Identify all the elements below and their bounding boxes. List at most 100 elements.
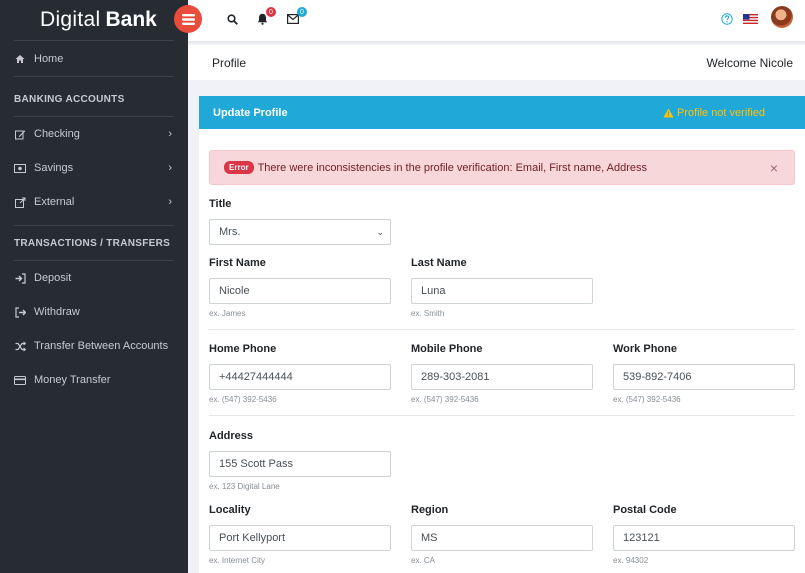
work-phone-input[interactable]: 539-892-7406 <box>613 364 795 390</box>
postal-code-input[interactable]: 123121 <box>613 525 795 551</box>
question-circle-icon <box>721 13 733 25</box>
error-alert: Error There were inconsistencies in the … <box>209 150 795 185</box>
mobile-phone-value: 289-303-2081 <box>421 371 490 383</box>
title-select-value: Mrs. <box>219 226 241 238</box>
sidebar-item-money-transfer[interactable]: Money Transfer <box>0 363 188 397</box>
user-avatar[interactable] <box>771 6 793 28</box>
sidebar-item-deposit[interactable]: Deposit <box>0 261 188 295</box>
mobile-phone-field: Mobile Phone 289-303-2081 ex. (547) 392-… <box>411 343 593 404</box>
first-name-input[interactable]: Nicole <box>209 278 391 304</box>
chevron-right-icon: › <box>168 162 172 174</box>
work-phone-hint: ex. (547) 392-5436 <box>613 395 681 404</box>
sidebar-item-withdraw[interactable]: Withdraw <box>0 295 188 329</box>
chevron-right-icon: › <box>168 196 172 208</box>
menu-toggle-button[interactable] <box>174 5 202 33</box>
brand-name-part2: Bank <box>105 8 157 31</box>
mobile-phone-label: Mobile Phone <box>411 343 483 355</box>
sidebar-item-checking[interactable]: Checking › <box>0 117 188 151</box>
search-icon <box>226 13 238 25</box>
mobile-phone-input[interactable]: 289-303-2081 <box>411 364 593 390</box>
language-selector[interactable] <box>742 12 758 26</box>
title-field: Title Mrs. ⌄ <box>209 198 391 245</box>
sidebar-item-transfer-between[interactable]: Transfer Between Accounts <box>0 329 188 363</box>
address-field: Address 155 Scott Pass ex. 123 Digital L… <box>209 430 391 491</box>
top-header: 0 0 <box>174 0 805 41</box>
work-phone-label: Work Phone <box>613 343 677 355</box>
sidebar-item-label: Home <box>34 53 64 65</box>
sidebar-item-savings[interactable]: Savings › <box>0 151 188 185</box>
locality-hint: ex. Internet City <box>209 556 266 565</box>
card-title: Update Profile <box>213 106 288 119</box>
sidebar-item-label: Deposit <box>34 272 72 284</box>
postal-code-label: Postal Code <box>613 504 677 516</box>
messages-button[interactable]: 0 <box>286 7 307 26</box>
sidebar-item-label: Savings <box>34 162 74 174</box>
region-hint: ex. CA <box>411 556 436 565</box>
sidebar-item-external[interactable]: External › <box>0 185 188 219</box>
us-flag-icon <box>742 14 758 24</box>
address-hint: ex. 123 Digital Lane <box>209 482 280 491</box>
credit-card-icon <box>14 374 26 386</box>
bell-icon <box>257 13 267 25</box>
work-phone-field: Work Phone 539-892-7406 ex. (547) 392-54… <box>613 343 795 404</box>
chevron-down-icon: ⌄ <box>376 227 384 237</box>
last-name-field: Last Name Luna ex. Smith <box>411 257 593 318</box>
money-icon <box>14 162 26 174</box>
home-phone-input[interactable]: +44427444444 <box>209 364 391 390</box>
help-button[interactable] <box>720 12 734 26</box>
search-button[interactable] <box>225 12 239 26</box>
first-name-hint: ex. James <box>209 309 246 318</box>
locality-label: Locality <box>209 504 251 516</box>
locality-field: Locality Port Kellyport ex. Internet Cit… <box>209 504 391 565</box>
postal-code-value: 123121 <box>623 532 660 544</box>
error-badge: Error <box>224 161 254 174</box>
region-field: Region MS ex. CA <box>411 504 593 565</box>
first-name-value: Nicole <box>219 285 250 297</box>
close-alert-button[interactable]: × <box>770 160 778 176</box>
verification-status-text: Profile not verified <box>676 106 765 119</box>
last-name-hint: ex. Smith <box>411 309 445 318</box>
section-divider <box>209 415 795 416</box>
last-name-value: Luna <box>421 285 446 297</box>
sidebar: Digital Bank Home BANKING ACCOUNTS Check… <box>0 0 188 573</box>
sidebar-divider <box>14 76 174 77</box>
last-name-label: Last Name <box>411 257 467 269</box>
envelope-icon <box>287 14 299 24</box>
sidebar-item-home[interactable]: Home <box>0 42 188 76</box>
sidebar-item-label: Checking <box>34 128 80 140</box>
last-name-input[interactable]: Luna <box>411 278 593 304</box>
home-phone-value: +44427444444 <box>219 371 293 383</box>
verification-status: Profile not verified <box>663 107 765 119</box>
chevron-right-icon: › <box>168 128 172 140</box>
external-link-icon <box>14 196 26 208</box>
sign-in-icon <box>14 272 26 284</box>
title-select[interactable]: Mrs. ⌄ <box>209 219 391 245</box>
locality-input[interactable]: Port Kellyport <box>209 525 391 551</box>
postal-code-hint: ex. 94302 <box>613 556 649 565</box>
welcome-message: Welcome Nicole <box>706 55 793 70</box>
home-icon <box>14 53 26 65</box>
update-profile-card: Update Profile Profile not verified Erro… <box>199 96 805 573</box>
region-input[interactable]: MS <box>411 525 593 551</box>
sidebar-item-label: Transfer Between Accounts <box>34 340 169 352</box>
locality-value: Port Kellyport <box>219 532 286 544</box>
section-heading-banking: BANKING ACCOUNTS <box>14 93 125 105</box>
section-heading-transactions: TRANSACTIONS / TRANSFERS <box>14 237 171 249</box>
first-name-label: First Name <box>209 257 266 269</box>
address-input[interactable]: 155 Scott Pass <box>209 451 391 477</box>
error-message: There were inconsistencies in the profil… <box>257 161 648 174</box>
region-value: MS <box>421 532 438 544</box>
sidebar-item-label: Money Transfer <box>34 374 111 386</box>
edit-icon <box>14 128 26 140</box>
home-phone-hint: ex. (547) 392-5436 <box>209 395 277 404</box>
postal-code-field: Postal Code 123121 ex. 94302 <box>613 504 795 565</box>
region-label: Region <box>411 504 449 516</box>
home-phone-field: Home Phone +44427444444 ex. (547) 392-54… <box>209 343 391 404</box>
shuffle-icon <box>14 340 26 352</box>
notifications-button[interactable]: 0 <box>255 7 276 26</box>
brand-logo[interactable]: Digital Bank <box>0 0 188 40</box>
warning-icon <box>663 108 674 117</box>
title-label: Title <box>209 198 232 210</box>
sidebar-item-label: Withdraw <box>34 306 80 318</box>
page-title-bar: Profile Welcome Nicole <box>188 45 805 80</box>
